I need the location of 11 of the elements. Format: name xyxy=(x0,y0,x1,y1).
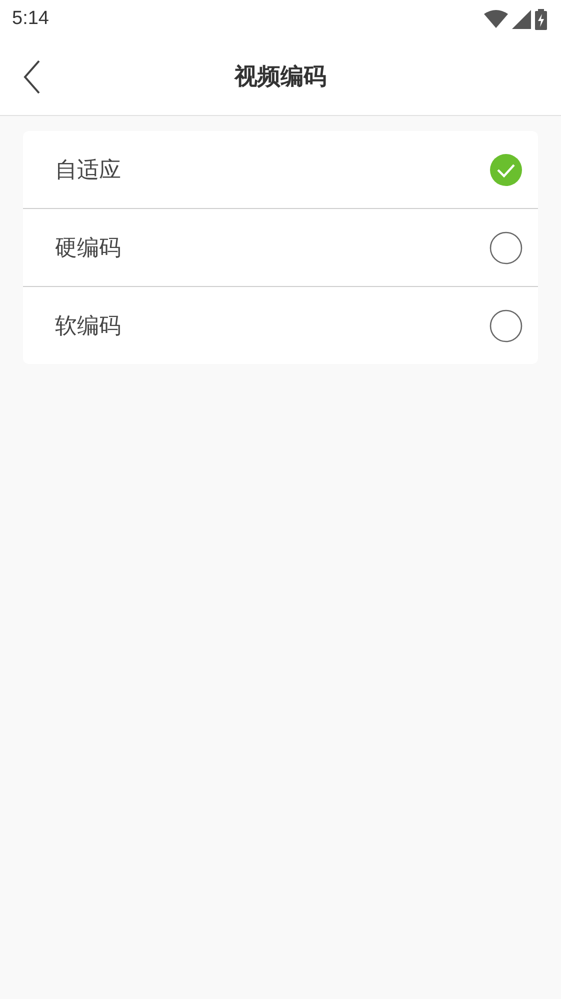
option-label[interactable]: 软编码 xyxy=(55,310,121,340)
radio-button[interactable] xyxy=(489,308,523,342)
battery-icon xyxy=(535,8,547,30)
option-label[interactable]: 硬编码 xyxy=(55,232,121,262)
option-label[interactable]: 自适应 xyxy=(55,154,121,184)
signal-icon xyxy=(512,10,531,28)
status-time: 5:14 xyxy=(12,8,49,30)
wifi-icon xyxy=(484,10,508,28)
check-icon[interactable] xyxy=(489,152,523,186)
radio-button[interactable] xyxy=(489,230,523,264)
page-title: 视频编码 xyxy=(234,63,326,92)
